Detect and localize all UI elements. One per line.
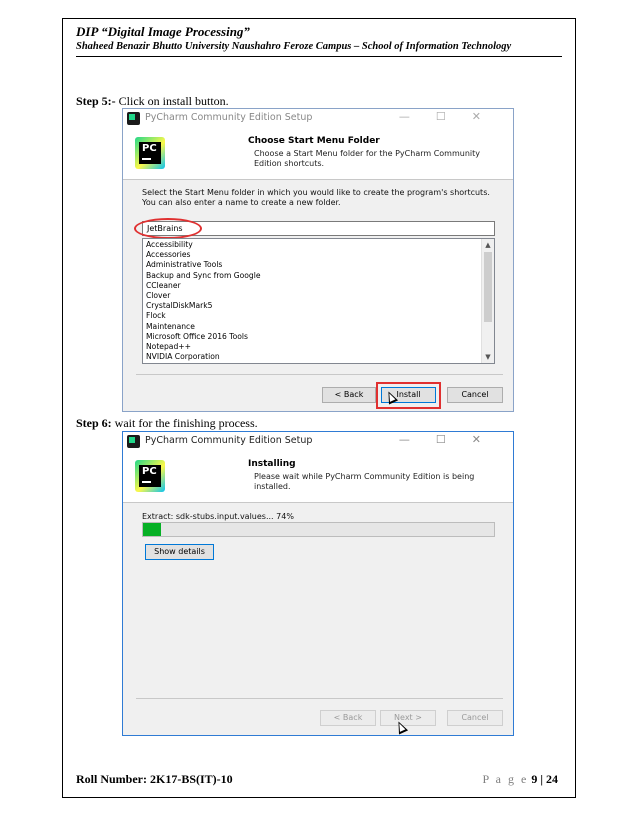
folder-list-item[interactable]: Backup and Sync from Google xyxy=(143,271,494,281)
app-icon xyxy=(127,435,140,448)
title-bar: PyCharm Community Edition Setup —☐✕ xyxy=(123,432,513,452)
chevron-up-icon[interactable]: ▲ xyxy=(482,239,494,251)
dialog-header: PC Choose Start Menu Folder Choose a Sta… xyxy=(123,129,513,180)
institution-title: Shaheed Benazir Bhutto University Nausha… xyxy=(76,41,512,52)
step6-label: Step 6: xyxy=(76,416,112,430)
header-rule xyxy=(76,56,562,57)
dialog-subheading: Please wait while PyCharm Community Edit… xyxy=(254,472,475,491)
folder-list-scrollbar[interactable]: ▲ ▼ xyxy=(481,239,494,363)
page-number: P a g e 9 | 24 xyxy=(482,772,558,787)
highlight-circle xyxy=(134,218,202,239)
folder-list-item[interactable]: Accessibility xyxy=(143,240,494,250)
step5-text: Click on install button. xyxy=(115,94,229,108)
setup-dialog-start-menu: PyCharm Community Edition Setup —☐✕ PC C… xyxy=(122,108,514,412)
folder-list-item[interactable]: CCleaner xyxy=(143,281,494,291)
page-word: P a g e xyxy=(482,772,529,786)
step5-label: Step 5:- xyxy=(76,94,116,108)
window-title: PyCharm Community Edition Setup xyxy=(145,435,313,446)
folder-list-item[interactable]: Flock xyxy=(143,311,494,321)
cancel-button[interactable]: Cancel xyxy=(447,387,503,403)
progress-fill xyxy=(143,523,161,536)
folder-list-item[interactable]: Maintenance xyxy=(143,322,494,332)
window-controls[interactable]: —☐✕ xyxy=(399,110,507,123)
next-button[interactable]: Next > xyxy=(380,710,436,726)
install-progress-bar xyxy=(142,522,495,537)
instructions-text: Select the Start Menu folder in which yo… xyxy=(142,188,490,207)
folder-list-item[interactable]: Administrative Tools xyxy=(143,260,494,270)
folder-list-item[interactable]: NVIDIA Corporation xyxy=(143,352,494,362)
footer-divider xyxy=(136,374,503,375)
step6-text: wait for the finishing process. xyxy=(111,416,258,430)
dialog-heading: Choose Start Menu Folder xyxy=(248,136,380,146)
roll-number: Roll Number: 2K17-BS(IT)-10 xyxy=(76,772,233,786)
course-title: DIP “Digital Image Processing” xyxy=(76,24,250,39)
folder-list-item[interactable]: Clover xyxy=(143,291,494,301)
dialog-heading: Installing xyxy=(248,459,296,469)
dialog-subheading: Choose a Start Menu folder for the PyCha… xyxy=(254,149,480,168)
install-status-text: Extract: sdk-stubs.input.values... 74% xyxy=(142,512,294,521)
chevron-down-icon[interactable]: ▼ xyxy=(482,351,494,363)
back-button[interactable]: < Back xyxy=(322,387,376,403)
show-details-button[interactable]: Show details xyxy=(145,544,214,560)
page-separator: | xyxy=(537,772,546,786)
cancel-button[interactable]: Cancel xyxy=(447,710,503,726)
scroll-thumb[interactable] xyxy=(484,252,492,322)
dialog-header: PC Installing Please wait while PyCharm … xyxy=(123,452,513,503)
folder-list[interactable]: Accessibility Accessories Administrative T… xyxy=(142,238,495,364)
folder-list-item[interactable]: Microsoft Office 2016 Tools xyxy=(143,332,494,342)
pycharm-logo-icon: PC xyxy=(135,137,165,169)
footer-divider xyxy=(136,698,503,699)
title-bar: PyCharm Community Edition Setup —☐✕ xyxy=(123,109,513,129)
folder-list-item[interactable]: Notepad++ xyxy=(143,342,494,352)
window-title: PyCharm Community Edition Setup xyxy=(145,112,313,123)
app-icon xyxy=(127,112,140,125)
folder-list-item[interactable]: CrystalDiskMark5 xyxy=(143,301,494,311)
back-button[interactable]: < Back xyxy=(320,710,376,726)
folder-list-item[interactable]: Accessories xyxy=(143,250,494,260)
step6-instruction: Step 6: wait for the finishing process. xyxy=(76,416,258,431)
step5-instruction: Step 5:- Click on install button. xyxy=(76,94,229,109)
setup-dialog-installing: PyCharm Community Edition Setup —☐✕ PC I… xyxy=(122,431,514,736)
pycharm-logo-icon: PC xyxy=(135,460,165,492)
window-controls[interactable]: —☐✕ xyxy=(399,433,507,446)
page-total: 24 xyxy=(546,772,558,786)
